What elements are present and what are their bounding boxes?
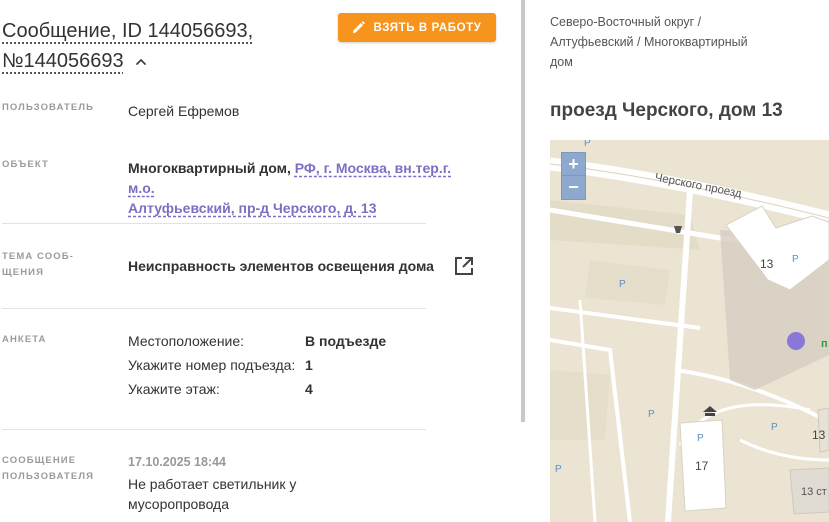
user-message-label: СООБЩЕНИЕ ПОЛЬЗОВАТЕЛЯ xyxy=(2,455,95,482)
location-address: проезд Черского, дом 13 xyxy=(550,100,783,121)
take-to-work-button[interactable]: ВЗЯТЬ В РАБОТУ xyxy=(338,13,496,42)
parking-icon: P xyxy=(792,254,799,265)
user-name: Сергей Ефремов xyxy=(128,103,240,119)
building-number-17: 17 xyxy=(695,459,709,473)
zoom-in-button[interactable]: + xyxy=(561,152,586,176)
survey-value-location: В подъезде xyxy=(305,333,387,349)
object-type: Многоквартирный дом, xyxy=(128,160,291,176)
building-number-13-right: 13 xyxy=(812,428,826,442)
parking-icon: P xyxy=(648,409,655,420)
scrollbar[interactable] xyxy=(521,0,525,422)
divider xyxy=(2,429,426,430)
zoom-out-button[interactable]: − xyxy=(561,176,586,200)
parking-icon: P xyxy=(771,422,778,433)
survey-value-entrance: 1 xyxy=(305,357,313,373)
survey-value-floor: 4 xyxy=(305,381,313,397)
take-to-work-label: ВЗЯТЬ В РАБОТУ xyxy=(373,21,482,34)
parking-icon: P xyxy=(697,433,704,444)
title-line-2: №144056693 xyxy=(2,50,124,72)
page-title[interactable]: Сообщение, ID 144056693, №144056693 xyxy=(2,16,332,76)
user-label: ПОЛЬЗОВАТЕЛЬ xyxy=(2,102,95,113)
location-panel: Северо-Восточный округ / Алтуфьевский / … xyxy=(526,0,829,522)
divider xyxy=(2,223,426,224)
survey-key-location: Местоположение: xyxy=(128,333,245,349)
survey-key-entrance: Укажите номер подъезда: xyxy=(128,357,296,373)
object-label: ОБЪЕКТ xyxy=(2,159,49,170)
survey-key-floor: Укажите этаж: xyxy=(128,381,220,397)
object-address-link-2[interactable]: Алтуфьевский, пр-д Черского, д. 13 xyxy=(128,200,377,216)
green-label: п xyxy=(821,338,828,350)
message-date: 17.10.2025 18:44 xyxy=(128,455,227,469)
building-number-13: 13 xyxy=(760,257,774,271)
location-marker[interactable] xyxy=(787,332,805,350)
divider xyxy=(2,308,426,309)
title-line-1: Сообщение, ID 144056693, xyxy=(2,20,254,42)
survey-label: АНКЕТА xyxy=(2,334,47,345)
parking-icon: P xyxy=(619,279,626,290)
message-panel: Сообщение, ID 144056693, №144056693 ВЗЯТ… xyxy=(0,0,520,522)
map[interactable]: Черского проезд 13 17 13 13 ст п P P P P… xyxy=(550,140,829,522)
parking-icon: P xyxy=(555,464,562,475)
zoom-controls: + − xyxy=(561,152,586,200)
external-link-icon[interactable] xyxy=(453,255,475,277)
map-canvas[interactable] xyxy=(550,140,829,522)
pencil-icon xyxy=(353,21,366,34)
topic-value: Неисправность элементов освещения дома xyxy=(128,258,434,274)
building-label-13-st: 13 ст xyxy=(801,486,827,498)
message-text: Не работает светильник у мусоропровода xyxy=(128,476,297,512)
topic-label: ТЕМА СООБ- ЩЕНИЯ xyxy=(2,251,74,278)
parking-icon: P xyxy=(584,140,591,149)
chevron-up-icon[interactable] xyxy=(135,56,147,68)
object-value: Многоквартирный дом, РФ, г. Москва, вн.т… xyxy=(128,158,473,218)
breadcrumb: Северо-Восточный округ / Алтуфьевский / … xyxy=(550,15,748,69)
